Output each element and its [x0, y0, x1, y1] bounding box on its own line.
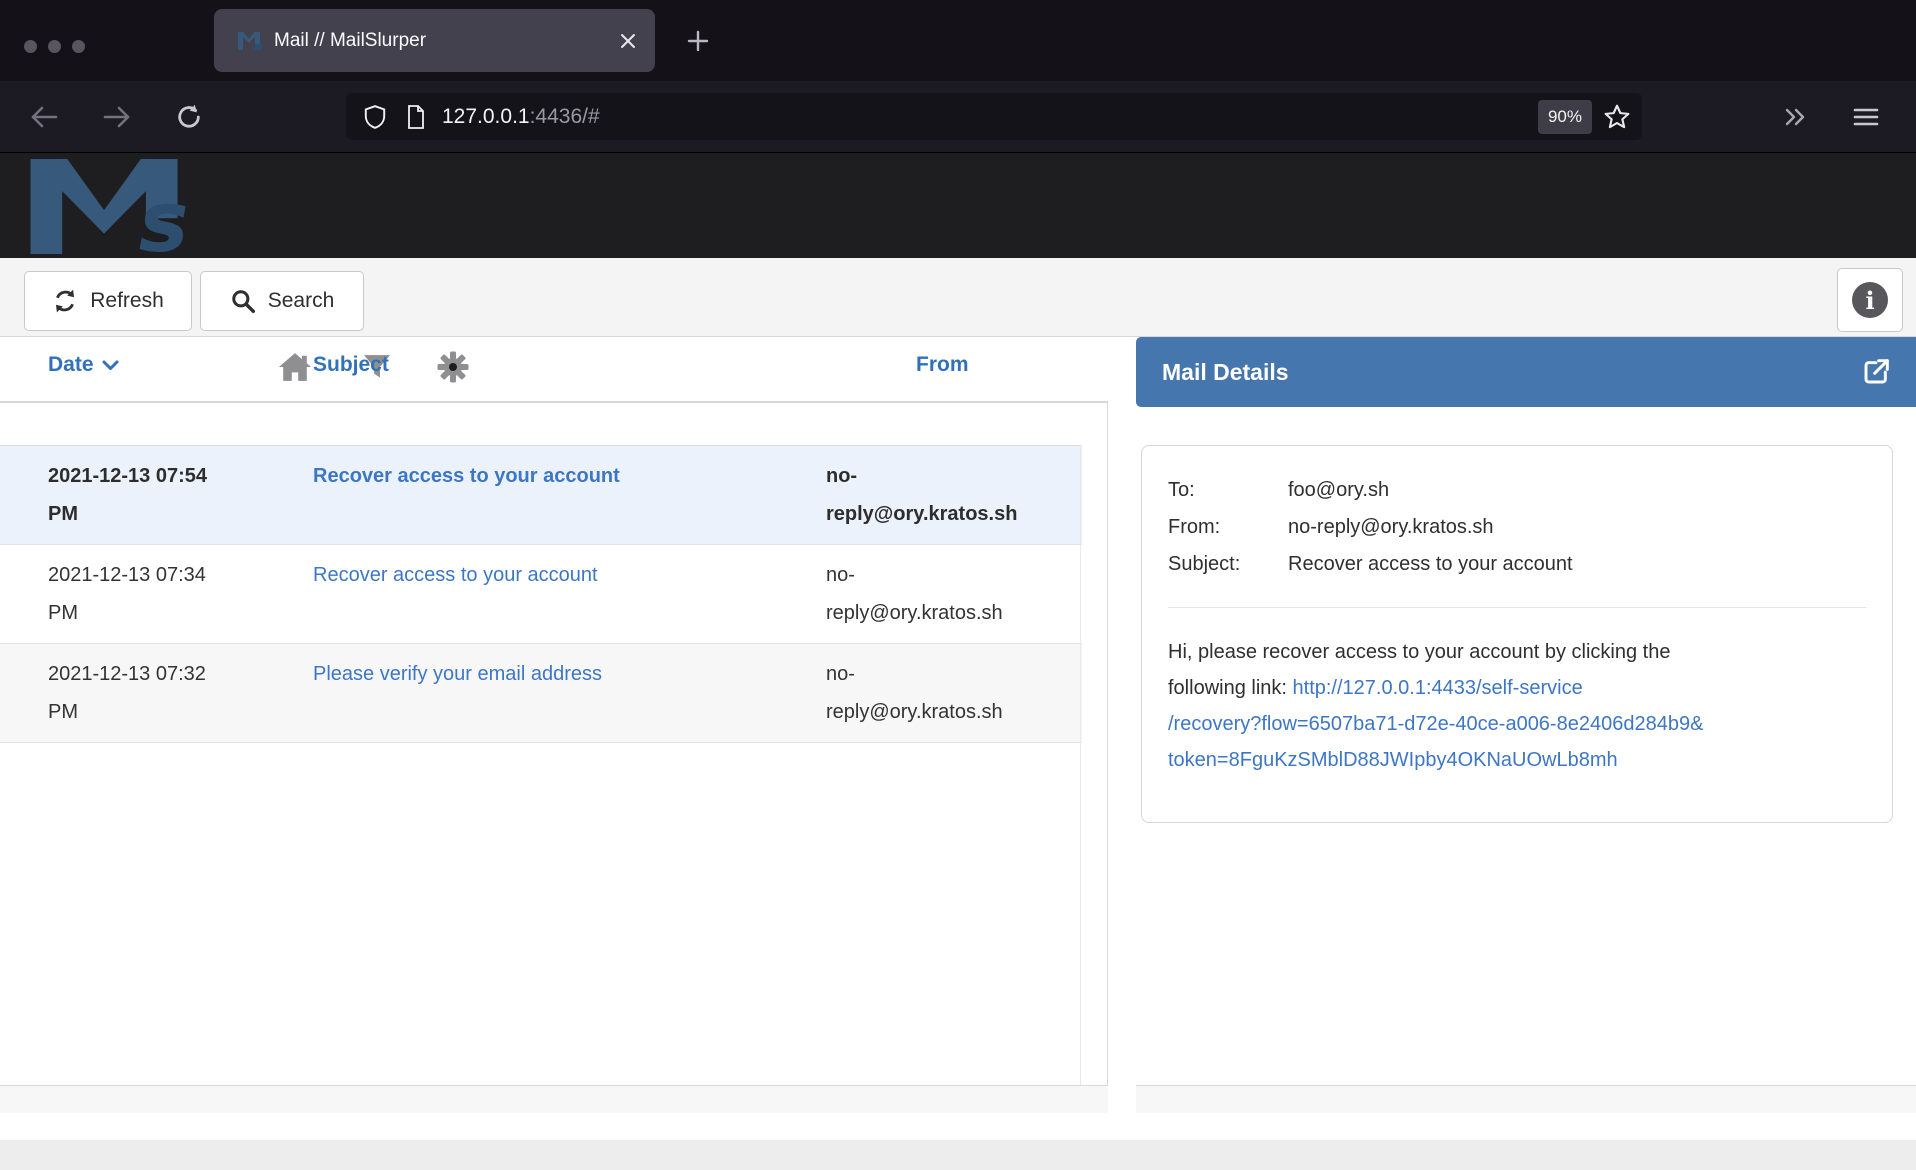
from-value: no-reply@ory.kratos.sh — [1288, 509, 1494, 546]
to-value: foo@ory.sh — [1288, 472, 1389, 509]
tab-favicon-mailslurper-icon — [238, 32, 262, 50]
mail-row[interactable]: 2021-12-13 07:34 PM Recover access to yo… — [0, 545, 1082, 644]
url-path: :4436/# — [530, 105, 600, 128]
mail-list-scroll-gutter[interactable] — [1080, 445, 1081, 1085]
subject-value: Recover access to your account — [1288, 546, 1573, 583]
mail-row[interactable]: 2021-12-13 07:32 PM Please verify your e… — [0, 644, 1082, 743]
mail-row-subject: Recover access to your account — [313, 457, 826, 533]
mail-row-subject: Please verify your email address — [313, 655, 826, 731]
menu-hamburger-icon[interactable] — [1848, 99, 1884, 135]
mail-row-from: no-reply@ory.kratos.sh — [826, 655, 1082, 731]
detail-subject-row: Subject: Recover access to your account — [1168, 546, 1866, 583]
url-bar[interactable]: 127.0.0.1:4436/# 90% — [346, 93, 1642, 140]
window-control-dot[interactable] — [24, 40, 37, 53]
sort-chevron-down-icon — [102, 360, 119, 371]
details-footer-strip — [1136, 1086, 1916, 1113]
column-header-date[interactable]: Date — [48, 353, 119, 377]
forward-button[interactable] — [99, 99, 135, 135]
detail-to-row: To: foo@ory.sh — [1168, 472, 1866, 509]
zoom-level-badge[interactable]: 90% — [1538, 100, 1592, 134]
mail-details-header: Mail Details — [1136, 337, 1916, 407]
mail-row[interactable]: 2021-12-13 07:54 PM Recover access to yo… — [0, 446, 1082, 545]
mail-body-text: following link: — [1168, 677, 1293, 699]
column-header-from[interactable]: From — [916, 353, 969, 377]
new-tab-button[interactable] — [683, 26, 713, 56]
mail-body: Hi, please recover access to your accoun… — [1168, 634, 1866, 778]
url-host: 127.0.0.1 — [442, 105, 530, 128]
action-toolbar: Refresh Search i — [0, 258, 1916, 337]
browser-tab[interactable]: Mail // MailSlurper — [214, 9, 655, 72]
info-circle-icon: i — [1852, 282, 1888, 318]
details-divider — [1168, 607, 1866, 608]
mail-subject-link[interactable]: Please verify your email address — [313, 663, 602, 685]
mail-row-date: 2021-12-13 07:32 PM — [0, 655, 313, 731]
mail-subject-link[interactable]: Recover access to your account — [313, 465, 620, 487]
detail-from-row: From: no-reply@ory.kratos.sh — [1168, 509, 1866, 546]
to-label: To: — [1168, 472, 1288, 509]
reload-button[interactable] — [171, 99, 207, 135]
page-info-icon[interactable] — [404, 103, 428, 131]
mail-subject-link[interactable]: Recover access to your account — [313, 564, 598, 586]
mail-row-date: 2021-12-13 07:34 PM — [0, 556, 313, 632]
search-icon — [230, 288, 256, 314]
subject-label: Subject: — [1168, 546, 1288, 583]
mail-row-subject: Recover access to your account — [313, 556, 826, 632]
mail-row-from: no-reply@ory.kratos.sh — [826, 457, 1082, 533]
list-footer-strip — [0, 1086, 1108, 1113]
mail-list: 2021-12-13 07:54 PM Recover access to yo… — [0, 445, 1082, 743]
browser-tab-strip: Mail // MailSlurper — [0, 0, 1916, 81]
panel-divider — [1107, 403, 1108, 1085]
open-external-icon[interactable] — [1860, 356, 1892, 388]
column-header-date-label: Date — [48, 353, 94, 377]
window-controls[interactable] — [24, 40, 85, 53]
info-button[interactable]: i — [1837, 268, 1903, 332]
window-control-dot[interactable] — [48, 40, 61, 53]
tab-close-icon[interactable] — [619, 32, 637, 50]
refresh-button-label: Refresh — [90, 289, 164, 313]
refresh-icon — [52, 288, 78, 314]
back-button[interactable] — [26, 99, 62, 135]
column-header-subject[interactable]: Subject — [313, 353, 389, 377]
from-label: From: — [1168, 509, 1288, 546]
search-button-label: Search — [268, 289, 335, 313]
tab-title: Mail // MailSlurper — [274, 30, 619, 52]
app-navbar: s — [0, 152, 1916, 258]
mail-body-text: Hi, please recover access to your accoun… — [1168, 641, 1670, 663]
mail-details-title: Mail Details — [1162, 359, 1860, 386]
mailslurper-logo[interactable]: s — [24, 157, 229, 254]
shield-icon[interactable] — [362, 103, 388, 131]
bookmark-star-icon[interactable] — [1602, 102, 1632, 132]
mail-row-date: 2021-12-13 07:54 PM — [0, 457, 313, 533]
svg-text:s: s — [139, 173, 189, 254]
mail-list-header: Date Subject From — [0, 337, 1108, 403]
browser-navigation-toolbar: 127.0.0.1:4436/# 90% — [0, 81, 1916, 152]
mail-details-card: To: foo@ory.sh From: no-reply@ory.kratos… — [1141, 445, 1893, 823]
overflow-chevrons-icon[interactable] — [1776, 99, 1812, 135]
mail-row-from: no-reply@ory.kratos.sh — [826, 556, 1082, 632]
search-button[interactable]: Search — [200, 271, 364, 331]
url-text[interactable]: 127.0.0.1:4436/# — [442, 105, 1538, 129]
horizontal-scrollbar[interactable] — [0, 1140, 1916, 1170]
window-control-dot[interactable] — [72, 40, 85, 53]
refresh-button[interactable]: Refresh — [24, 271, 192, 331]
